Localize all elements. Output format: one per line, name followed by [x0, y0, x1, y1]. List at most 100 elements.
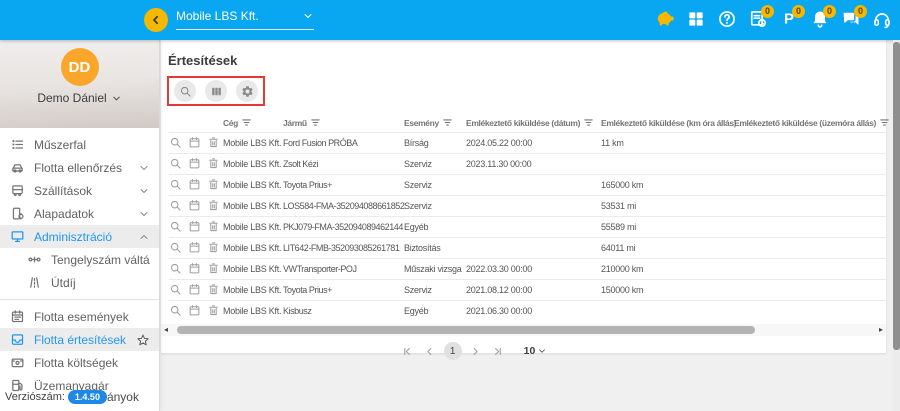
notifications-bell-button[interactable]: 0 — [809, 9, 830, 31]
last-page-button[interactable] — [490, 343, 506, 359]
sort-filter-icon[interactable] — [583, 117, 594, 128]
menu-divider — [0, 299, 159, 300]
row-calendar-button[interactable] — [188, 220, 203, 235]
row-delete-button[interactable] — [207, 136, 222, 151]
cell-km-ora: 210000 km — [601, 264, 734, 274]
sidebar-item-flotta-koltsegek[interactable]: Flotta költségek — [0, 351, 159, 374]
hscrollbar-track[interactable] — [171, 326, 876, 334]
table-row[interactable]: Mobile LBS Kft.LOS584-FMA-35209408866185… — [169, 195, 886, 216]
sort-filter-icon[interactable] — [879, 117, 890, 128]
parking-button[interactable]: P0 — [778, 9, 799, 31]
star-icon[interactable] — [136, 333, 150, 347]
table-row[interactable]: Mobile LBS Kft.Ford Fusion PRÓBABírság20… — [169, 132, 886, 153]
sort-filter-icon[interactable] — [442, 117, 453, 128]
row-delete-button[interactable] — [207, 199, 222, 214]
row-delete-button[interactable] — [207, 262, 222, 277]
sidebar-item-flotta-esemenyek[interactable]: Flotta események — [0, 305, 159, 328]
sidebar-item-flotta-ertesitesek[interactable]: Flotta értesítések — [0, 328, 159, 351]
sort-filter-icon[interactable] — [241, 117, 252, 128]
sidebar-item-tengelyszam-valtas[interactable]: Tengelyszám váltás — [0, 248, 159, 271]
column-header-esemeny[interactable]: Esemény — [404, 117, 466, 128]
row-calendar-button[interactable] — [188, 304, 203, 319]
avatar[interactable]: DD — [61, 48, 99, 86]
table-row[interactable]: Mobile LBS Kft.Zsolt KéziSzerviz2023.11.… — [169, 153, 886, 174]
table-row[interactable]: Mobile LBS Kft.VWTransporter-POJMűszaki … — [169, 258, 886, 279]
column-header-uzemora[interactable]: Emlékeztető kiküldése (üzemóra állás) — [734, 117, 884, 128]
row-view-button[interactable] — [169, 262, 184, 277]
row-view-button[interactable] — [169, 241, 184, 256]
row-delete-button[interactable] — [207, 178, 222, 193]
column-header-datum[interactable]: Emlékeztető kiküldése (dátum) — [466, 117, 601, 128]
row-delete-button[interactable] — [207, 241, 222, 256]
row-calendar-button[interactable] — [188, 283, 203, 298]
horizontal-scrollbar[interactable]: ◂ ▸ — [161, 324, 886, 336]
cell-esemeny: Egyéb — [404, 306, 466, 316]
sidebar-item-utdij[interactable]: Útdíj — [0, 271, 159, 294]
table-row[interactable]: Mobile LBS Kft.Toyota Prius+Szerviz16500… — [169, 174, 886, 195]
sidebar-item-alapadatok[interactable]: Alapadatok — [0, 202, 159, 225]
column-label: Emlékeztető kiküldése (dátum) — [466, 118, 580, 128]
cell-jarmu: Toyota Prius+ — [283, 180, 404, 190]
settings-button[interactable] — [236, 80, 258, 102]
row-view-button[interactable] — [169, 199, 184, 214]
table-row[interactable]: Mobile LBS Kft.Toyota Prius+Szerviz2021.… — [169, 279, 886, 300]
table-row[interactable]: Mobile LBS Kft.PKJ079-FMA-35209408946214… — [169, 216, 886, 237]
back-button[interactable] — [144, 8, 168, 32]
piggy-bank-button[interactable] — [654, 9, 675, 31]
row-view-button[interactable] — [169, 220, 184, 235]
row-view-button[interactable] — [169, 283, 184, 298]
chevron-down-icon — [302, 10, 314, 22]
sidebar-item-adminisztracio[interactable]: Adminisztráció — [0, 225, 159, 248]
hscrollbar-thumb[interactable] — [177, 326, 755, 334]
columns-button[interactable] — [205, 80, 227, 102]
sidebar-item-muszerfal[interactable]: Műszerfal — [0, 133, 159, 156]
first-page-button[interactable] — [400, 343, 416, 359]
reports-button[interactable]: 0 — [747, 9, 768, 31]
scroll-left-arrow[interactable]: ◂ — [164, 325, 168, 335]
row-view-button[interactable] — [169, 304, 184, 319]
table-row[interactable]: Mobile LBS Kft.KisbuszEgyéb2021.06.30 00… — [169, 300, 886, 321]
search-button[interactable] — [174, 80, 196, 102]
row-calendar-button[interactable] — [188, 241, 203, 256]
search-icon — [169, 220, 182, 235]
trash-icon — [207, 283, 220, 298]
column-header-ceg[interactable]: Cég — [223, 117, 283, 128]
row-calendar-button[interactable] — [188, 178, 203, 193]
next-page-button[interactable] — [468, 343, 484, 359]
notifications-card: Értesítések CégJárműEseményEmlékeztető k… — [161, 40, 886, 353]
company-selector[interactable]: Mobile LBS Kft. — [176, 9, 314, 30]
row-view-button[interactable] — [169, 178, 184, 193]
row-calendar-button[interactable] — [188, 157, 203, 172]
row-view-button[interactable] — [169, 136, 184, 151]
prev-page-button[interactable] — [422, 343, 438, 359]
row-view-button[interactable] — [169, 157, 184, 172]
messages-button[interactable]: 0 — [840, 9, 861, 31]
cell-jarmu: Ford Fusion PRÓBA — [283, 138, 404, 148]
version-badge[interactable]: 1.4.50 — [68, 390, 107, 404]
row-delete-button[interactable] — [207, 157, 222, 172]
user-menu[interactable]: Demo Dániel — [0, 91, 159, 105]
support-headset-button[interactable] — [871, 9, 892, 31]
chevron-down-icon — [111, 93, 122, 104]
row-calendar-button[interactable] — [188, 136, 203, 151]
table-row[interactable]: Mobile LBS Kft.LIT642-FMB-35209308526178… — [169, 237, 886, 258]
vertical-scrollbar[interactable] — [893, 40, 900, 411]
columns-icon — [210, 85, 223, 98]
pagination: 1 10 — [111, 338, 836, 364]
row-calendar-button[interactable] — [188, 262, 203, 277]
sidebar-item-flotta-ellenorzes[interactable]: Flotta ellenőrzés — [0, 156, 159, 179]
row-delete-button[interactable] — [207, 220, 222, 235]
column-header-jarmu[interactable]: Jármű — [283, 117, 404, 128]
help-button[interactable] — [716, 9, 737, 31]
sort-filter-icon[interactable] — [310, 117, 321, 128]
vscrollbar-thumb[interactable] — [893, 42, 900, 350]
row-calendar-button[interactable] — [188, 199, 203, 214]
apps-grid-button[interactable] — [685, 9, 706, 31]
column-header-km-ora[interactable]: Emlékeztető kiküldése (km óra állás) — [601, 118, 734, 128]
page-size-selector[interactable]: 10 — [524, 345, 548, 357]
row-delete-button[interactable] — [207, 283, 222, 298]
scroll-right-arrow[interactable]: ▸ — [879, 325, 883, 335]
current-page[interactable]: 1 — [444, 342, 462, 360]
sidebar-item-szallitasok[interactable]: Szállítások — [0, 179, 159, 202]
row-delete-button[interactable] — [207, 304, 222, 319]
